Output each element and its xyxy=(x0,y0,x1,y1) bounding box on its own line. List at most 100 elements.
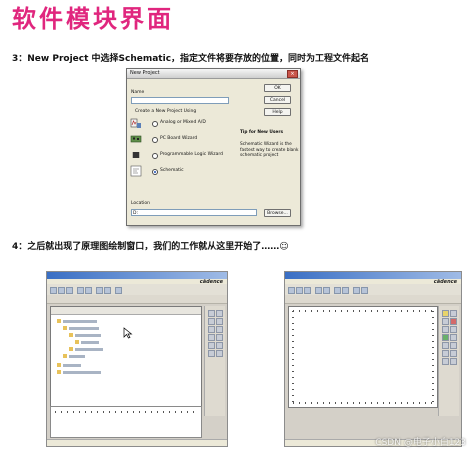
tree-item[interactable] xyxy=(63,363,81,367)
palette-tool-icon[interactable] xyxy=(208,342,215,349)
palette-tool-icon[interactable] xyxy=(216,310,223,317)
toolbar-button-icon[interactable] xyxy=(50,287,57,294)
folder-icon xyxy=(57,370,61,374)
schematic-canvas[interactable] xyxy=(288,306,438,408)
tree-item[interactable] xyxy=(75,333,101,337)
tree-item[interactable] xyxy=(63,319,97,323)
palette-tool-icon[interactable] xyxy=(208,318,215,325)
palette-tool-icon[interactable] xyxy=(450,318,457,325)
page-title: 软件模块界面 xyxy=(12,4,174,33)
palette-tool-icon[interactable] xyxy=(208,350,215,357)
palette-tool-icon[interactable] xyxy=(442,350,449,357)
tree-item[interactable] xyxy=(75,347,103,351)
palette-tool-icon[interactable] xyxy=(442,310,449,317)
cancel-button[interactable]: Cancel xyxy=(264,96,291,104)
file-icon xyxy=(75,340,79,344)
status-bar xyxy=(47,439,227,446)
tool-palette xyxy=(204,306,225,416)
log-ruler xyxy=(55,411,197,413)
create-using-label: Create a New Project Using xyxy=(135,109,197,114)
option-programmable-logic[interactable]: Programmable Logic Wizard xyxy=(130,149,223,163)
new-project-dialog: New Project × Name OK Cancel Help Create… xyxy=(126,68,301,226)
palette-tool-icon[interactable] xyxy=(442,334,449,341)
project-manager-screenshot: cādence xyxy=(46,271,228,447)
pc-board-icon xyxy=(130,135,142,143)
tip-line-3: schematic project xyxy=(240,153,279,158)
toolbar-button-icon[interactable] xyxy=(334,287,341,294)
tree-item[interactable] xyxy=(63,370,101,374)
toolbar-button-icon[interactable] xyxy=(304,287,311,294)
project-tree-panel xyxy=(50,306,202,408)
radio-programmable-logic[interactable] xyxy=(152,153,158,159)
step-4-instruction: 4：之后就出现了原理图绘制窗口，我们的工作就从这里开始了……☺ xyxy=(12,242,289,252)
palette-tool-icon[interactable] xyxy=(442,326,449,333)
toolbar-button-icon[interactable] xyxy=(288,287,295,294)
tree-item[interactable] xyxy=(69,326,99,330)
folder-icon xyxy=(69,347,73,351)
chip-icon xyxy=(132,152,140,158)
palette-tool-icon[interactable] xyxy=(450,358,457,365)
tree-item[interactable] xyxy=(81,340,99,344)
radio-pc-board[interactable] xyxy=(152,137,158,143)
toolbar-button-icon[interactable] xyxy=(77,287,84,294)
toolbar-button-icon[interactable] xyxy=(85,287,92,294)
toolbar-button-icon[interactable] xyxy=(353,287,360,294)
folder-icon xyxy=(57,319,61,323)
ok-button[interactable]: OK xyxy=(264,84,291,92)
palette-tool-icon[interactable] xyxy=(216,342,223,349)
toolbar-button-icon[interactable] xyxy=(323,287,330,294)
radio-analog[interactable] xyxy=(152,121,158,127)
canvas-top-border xyxy=(293,310,433,312)
toolbar-button-icon[interactable] xyxy=(296,287,303,294)
toolbar-button-icon[interactable] xyxy=(361,287,368,294)
tip-title: Tip for New Users xyxy=(240,130,284,135)
option-schematic[interactable]: Schematic xyxy=(130,165,220,179)
window-title-bar xyxy=(285,272,461,279)
palette-tool-icon[interactable] xyxy=(450,326,457,333)
browse-button[interactable]: Browse... xyxy=(264,209,291,217)
toolbar-button-icon[interactable] xyxy=(315,287,322,294)
panel-tabs xyxy=(51,307,201,315)
tree-item[interactable] xyxy=(69,354,85,358)
palette-tool-icon[interactable] xyxy=(450,342,457,349)
canvas-left-border xyxy=(292,311,294,403)
folder-icon xyxy=(69,333,73,337)
schematic-icon xyxy=(130,165,142,177)
secondary-toolbar xyxy=(47,295,227,304)
palette-tool-icon[interactable] xyxy=(442,358,449,365)
tool-palette xyxy=(438,306,459,416)
palette-tool-icon[interactable] xyxy=(216,326,223,333)
csdn-watermark: CSDN @电子小白123 xyxy=(375,438,466,448)
close-icon[interactable]: × xyxy=(287,70,298,78)
dialog-title: New Project xyxy=(130,70,160,76)
palette-tool-icon[interactable] xyxy=(208,326,215,333)
toolbar-button-icon[interactable] xyxy=(104,287,111,294)
palette-tool-icon[interactable] xyxy=(216,318,223,325)
palette-tool-icon[interactable] xyxy=(450,350,457,357)
canvas-right-border xyxy=(432,311,434,403)
palette-tool-icon[interactable] xyxy=(450,310,457,317)
folder-icon xyxy=(63,354,67,358)
name-input[interactable] xyxy=(131,97,229,104)
location-input[interactable]: D: xyxy=(131,209,257,216)
session-log-panel xyxy=(50,406,202,438)
palette-tool-icon[interactable] xyxy=(216,334,223,341)
radio-schematic[interactable] xyxy=(152,169,158,175)
palette-tool-icon[interactable] xyxy=(442,342,449,349)
palette-tool-icon[interactable] xyxy=(216,350,223,357)
toolbar-button-icon[interactable] xyxy=(115,287,122,294)
toolbar-button-icon[interactable] xyxy=(58,287,65,294)
toolbar-button-icon[interactable] xyxy=(96,287,103,294)
option-analog[interactable]: Analog or Mixed A/D xyxy=(130,117,220,131)
toolbar-button-icon[interactable] xyxy=(342,287,349,294)
palette-tool-icon[interactable] xyxy=(208,334,215,341)
option-pc-board[interactable]: PC Board Wizard xyxy=(130,133,220,147)
palette-tool-icon[interactable] xyxy=(208,310,215,317)
page-tabs xyxy=(285,295,461,304)
folder-icon xyxy=(63,326,67,330)
palette-tool-icon[interactable] xyxy=(450,334,457,341)
help-button[interactable]: Help xyxy=(264,108,291,116)
toolbar-button-icon[interactable] xyxy=(66,287,73,294)
canvas-bottom-border xyxy=(293,402,433,404)
palette-tool-icon[interactable] xyxy=(442,318,449,325)
